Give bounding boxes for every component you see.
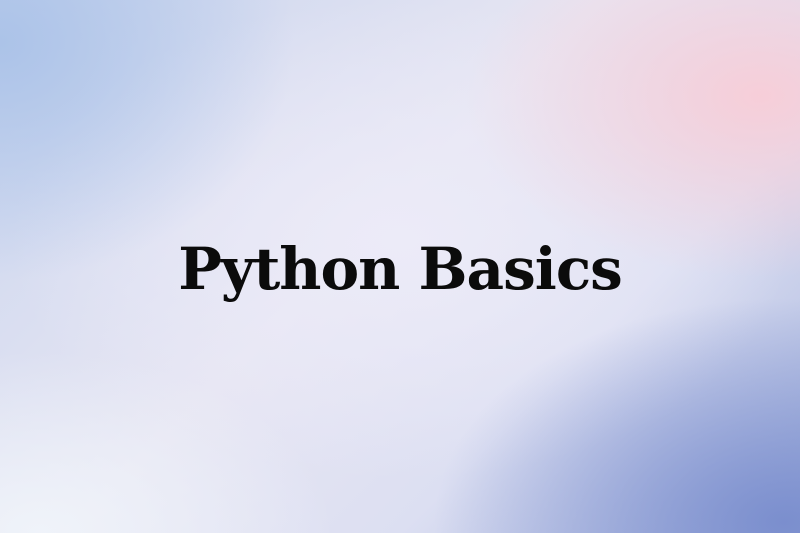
page-title: Python Basics	[178, 235, 623, 303]
gradient-background: Python Basics	[0, 0, 800, 533]
